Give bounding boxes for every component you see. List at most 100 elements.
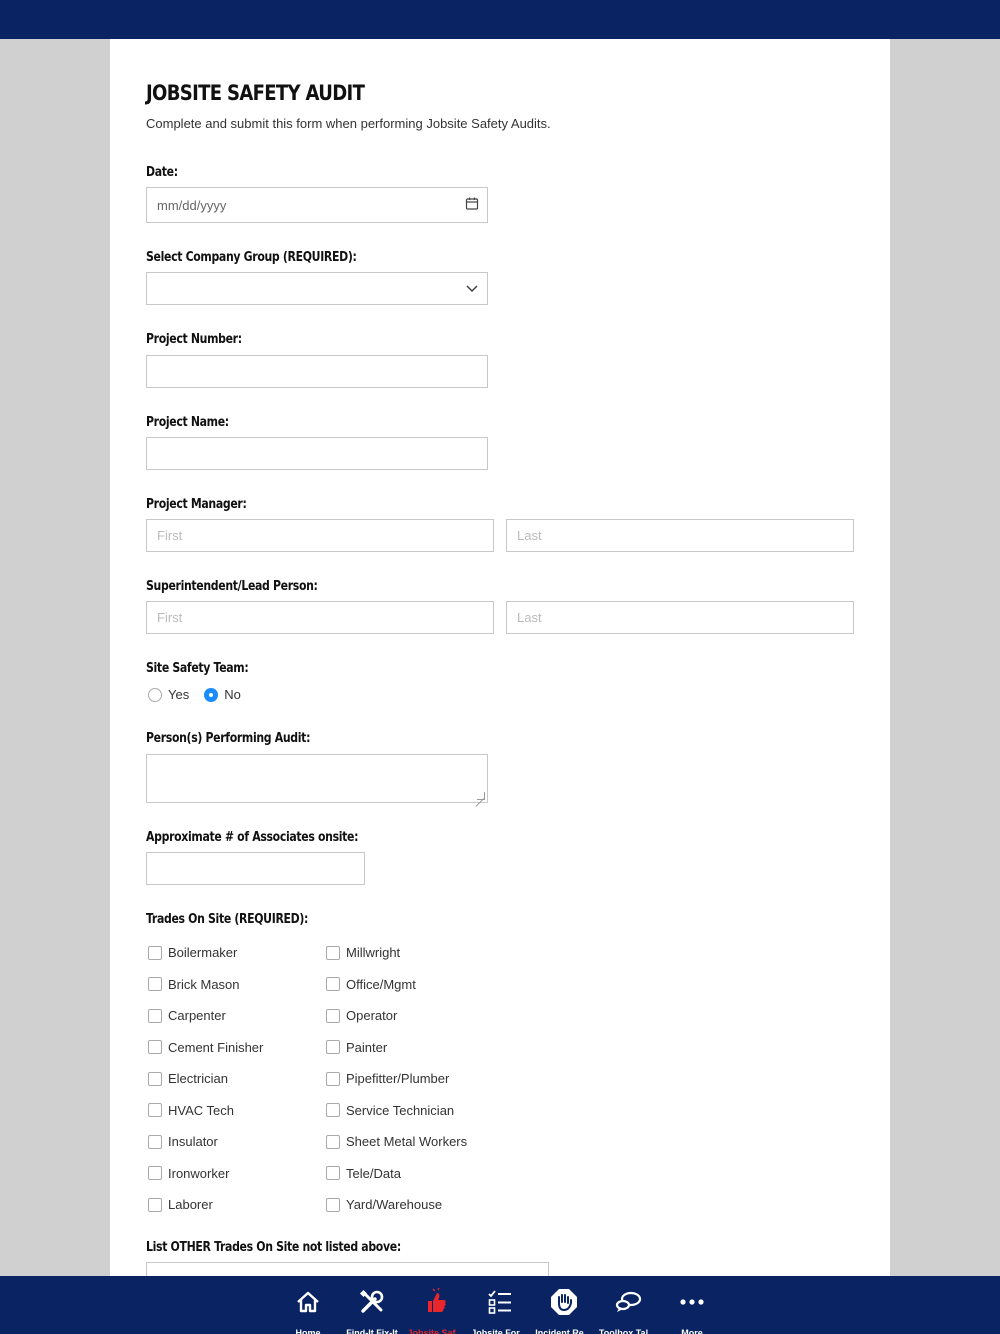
checkbox[interactable] xyxy=(148,1040,162,1055)
project-number-input[interactable] xyxy=(146,355,488,388)
trade-label[interactable]: Painter xyxy=(346,1040,387,1055)
trade-checkbox-item[interactable]: Office/Mgmt xyxy=(326,969,467,1001)
nav-item-more[interactable]: More xyxy=(660,1276,724,1334)
trade-label[interactable]: HVAC Tech xyxy=(168,1103,234,1118)
trade-label[interactable]: Pipefitter/Plumber xyxy=(346,1071,449,1086)
nav-label: Home xyxy=(295,1328,321,1334)
super-first-input[interactable]: First xyxy=(146,601,494,634)
safety-team-yes-radio[interactable] xyxy=(148,687,162,702)
resize-handle-icon[interactable] xyxy=(477,792,485,800)
project-name-label: Project Name: xyxy=(146,415,229,430)
trade-label[interactable]: Brick Mason xyxy=(168,977,240,992)
checkbox[interactable] xyxy=(326,977,340,992)
performers-textarea[interactable] xyxy=(146,754,488,803)
safety-team-no-label[interactable]: No xyxy=(224,687,241,702)
nav-label: Toolbox Tal… xyxy=(598,1328,658,1334)
trade-label[interactable]: Laborer xyxy=(168,1197,213,1212)
bottom-nav: Home Find-It Fix-It Jobsite Saf… Jobsite Fo… xyxy=(0,1276,1000,1334)
trade-label[interactable]: Tele/Data xyxy=(346,1166,401,1181)
checkbox[interactable] xyxy=(148,1166,162,1181)
date-placeholder: mm/dd/yyyy xyxy=(157,197,227,213)
trade-label[interactable]: Electrician xyxy=(168,1071,228,1086)
trade-checkbox-item[interactable]: Pipefitter/Plumber xyxy=(326,1063,467,1095)
nav-label: Find-It Fix-It xyxy=(346,1328,398,1334)
form-card: JOBSITE SAFETY AUDIT Complete and submit… xyxy=(110,39,890,1279)
nav-item-thumbs-up[interactable]: Jobsite Saf… xyxy=(404,1276,468,1334)
date-label: Date: xyxy=(146,165,178,180)
trade-checkbox-item[interactable]: Service Technician xyxy=(326,1095,467,1127)
performers-label: Person(s) Performing Audit: xyxy=(146,731,311,746)
pm-last-placeholder: Last xyxy=(517,528,542,543)
trade-label[interactable]: Office/Mgmt xyxy=(346,977,416,992)
trade-checkbox-item[interactable]: Boilermaker xyxy=(148,937,263,969)
nav-item-home[interactable]: Home xyxy=(276,1276,340,1334)
trade-checkbox-item[interactable]: Carpenter xyxy=(148,1000,263,1032)
trade-checkbox-item[interactable]: Cement Finisher xyxy=(148,1032,263,1064)
checkbox[interactable] xyxy=(326,1071,340,1086)
checkbox[interactable] xyxy=(148,1103,162,1118)
calendar-icon[interactable] xyxy=(465,197,479,214)
nav-item-stop-hand[interactable]: Incident Re… xyxy=(532,1276,596,1334)
checkbox[interactable] xyxy=(148,1008,162,1023)
safety-team-yes-label[interactable]: Yes xyxy=(168,687,189,702)
other-trades-label: List OTHER Trades On Site not listed abo… xyxy=(146,1240,401,1255)
checkbox[interactable] xyxy=(148,1197,162,1212)
checkbox[interactable] xyxy=(326,1008,340,1023)
trade-label[interactable]: Carpenter xyxy=(168,1008,226,1023)
trade-label[interactable]: Ironworker xyxy=(168,1166,229,1181)
company-group-select[interactable] xyxy=(146,272,488,305)
nav-item-tools[interactable]: Find-It Fix-It xyxy=(340,1276,404,1334)
associates-label: Approximate # of Associates onsite: xyxy=(146,830,359,845)
checkbox[interactable] xyxy=(326,1134,340,1149)
trade-checkbox-item[interactable]: Sheet Metal Workers xyxy=(326,1126,467,1158)
trade-label[interactable]: Operator xyxy=(346,1008,397,1023)
checkbox[interactable] xyxy=(326,1103,340,1118)
nav-label: Jobsite For… xyxy=(471,1328,529,1334)
checkbox[interactable] xyxy=(326,945,340,960)
trade-checkbox-item[interactable]: Millwright xyxy=(326,937,467,969)
checkbox[interactable] xyxy=(148,1071,162,1086)
safety-team-no-radio[interactable] xyxy=(204,687,219,702)
project-manager-label: Project Manager: xyxy=(146,497,247,512)
trade-checkbox-item[interactable]: Insulator xyxy=(148,1126,263,1158)
super-first-placeholder: First xyxy=(157,610,183,625)
project-number-label: Project Number: xyxy=(146,332,242,347)
trade-label[interactable]: Cement Finisher xyxy=(168,1040,263,1055)
trade-checkbox-item[interactable]: Tele/Data xyxy=(326,1158,467,1190)
trade-checkbox-item[interactable]: Painter xyxy=(326,1032,467,1064)
checkbox[interactable] xyxy=(326,1040,340,1055)
trade-checkbox-item[interactable]: Brick Mason xyxy=(148,969,263,1001)
pm-first-input[interactable]: First xyxy=(146,519,494,552)
trade-checkbox-item[interactable]: Electrician xyxy=(148,1063,263,1095)
associates-input[interactable] xyxy=(146,852,365,885)
date-input[interactable]: mm/dd/yyyy xyxy=(146,187,488,223)
trade-label[interactable]: Service Technician xyxy=(346,1103,454,1118)
nav-label: More xyxy=(681,1328,703,1334)
safety-team-label: Site Safety Team: xyxy=(146,661,249,676)
checkbox[interactable] xyxy=(326,1197,340,1212)
checkbox[interactable] xyxy=(148,977,162,992)
nav-item-chat[interactable]: Toolbox Tal… xyxy=(596,1276,660,1334)
trade-label[interactable]: Insulator xyxy=(168,1134,218,1149)
safety-team-radio-group: Yes No xyxy=(148,687,256,702)
trade-checkbox-item[interactable]: Yard/Warehouse xyxy=(326,1189,467,1221)
trade-label[interactable]: Yard/Warehouse xyxy=(346,1197,442,1212)
pm-first-placeholder: First xyxy=(157,528,183,543)
checkbox[interactable] xyxy=(148,945,162,960)
project-name-input[interactable] xyxy=(146,437,488,470)
super-last-input[interactable]: Last xyxy=(506,601,854,634)
trade-checkbox-item[interactable]: Operator xyxy=(326,1000,467,1032)
trade-label[interactable]: Millwright xyxy=(346,945,400,960)
trade-label[interactable]: Sheet Metal Workers xyxy=(346,1134,467,1149)
nav-item-checklist[interactable]: Jobsite For… xyxy=(468,1276,532,1334)
checkbox[interactable] xyxy=(148,1134,162,1149)
trade-checkbox-item[interactable]: Laborer xyxy=(148,1189,263,1221)
thumbs-up-icon xyxy=(422,1287,450,1321)
checklist-icon xyxy=(486,1288,514,1321)
pm-last-input[interactable]: Last xyxy=(506,519,854,552)
page-subtitle: Complete and submit this form when perfo… xyxy=(146,116,551,131)
checkbox[interactable] xyxy=(326,1166,340,1181)
trade-checkbox-item[interactable]: HVAC Tech xyxy=(148,1095,263,1127)
trade-checkbox-item[interactable]: Ironworker xyxy=(148,1158,263,1190)
trade-label[interactable]: Boilermaker xyxy=(168,945,237,960)
